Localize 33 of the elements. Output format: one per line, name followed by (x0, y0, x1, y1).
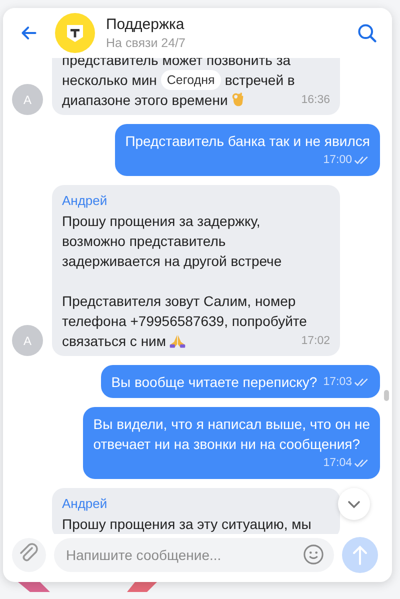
message-text: диапазоне этого времени (62, 91, 228, 110)
author-name: Андрей (62, 495, 108, 512)
message-text: Прошу прощения за задержку, (62, 212, 260, 231)
chat-status: На связи 24/7 (106, 36, 186, 50)
message-time: 17:00 (323, 153, 352, 168)
shield-logo-icon (55, 13, 95, 53)
message-text: несколько мин (62, 71, 157, 90)
praying-hands-icon (169, 334, 186, 348)
message-input-field[interactable]: Напишите сообщение... (54, 538, 334, 572)
message-text: связаться с ним (62, 332, 166, 351)
message-time: 16:36 (301, 93, 330, 108)
message-text: телефона +79956587639, попробуйте (62, 312, 307, 331)
author-name: Андрей (62, 192, 108, 209)
scrollbar-thumb[interactable] (384, 390, 389, 401)
message-time: 17:02 (301, 334, 330, 349)
message-time: 17:03 (323, 375, 352, 390)
message-text: Представителя зовут Салим, номер (62, 292, 296, 311)
date-divider: Сегодня (160, 70, 221, 90)
message-text: Представитель банка так и не явился (125, 132, 370, 151)
message-text: Прошу прощения за эту ситуацию, мы (62, 515, 312, 534)
ok-hand-icon (230, 92, 244, 108)
search-icon[interactable] (356, 22, 378, 44)
message-text: Вы видели, что я написал выше, что он не (93, 415, 370, 434)
message-time: 17:04 (323, 456, 352, 471)
message-text: встречей в (224, 71, 295, 90)
message-text: Вы вообще читаете переписку? (111, 373, 318, 392)
message-text: возможно представитель (62, 232, 226, 251)
chat-title: Поддержка (106, 16, 186, 33)
emoji-icon[interactable] (303, 544, 324, 565)
message-text: задерживается на другой встрече (62, 252, 282, 271)
back-arrow-icon[interactable] (20, 24, 38, 42)
message-text: отвечает ни на звонки ни на сообщения? (93, 435, 360, 454)
attach-icon[interactable] (12, 538, 46, 572)
